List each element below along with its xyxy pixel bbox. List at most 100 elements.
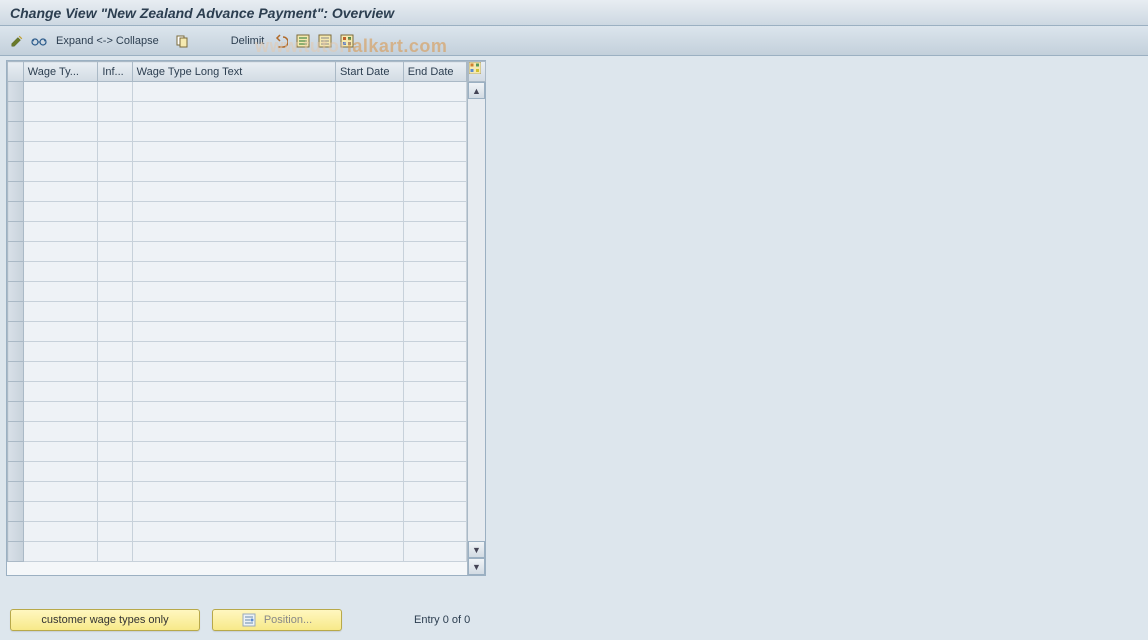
- row-selector-cell[interactable]: [8, 182, 24, 202]
- cell-end-date[interactable]: [403, 402, 466, 422]
- cell-start-date[interactable]: [335, 462, 403, 482]
- cell-wage-type[interactable]: [23, 202, 98, 222]
- cell-start-date[interactable]: [335, 442, 403, 462]
- cell-wage-type[interactable]: [23, 82, 98, 102]
- cell-end-date[interactable]: [403, 322, 466, 342]
- table-row[interactable]: [8, 102, 467, 122]
- table-row[interactable]: [8, 262, 467, 282]
- cell-start-date[interactable]: [335, 402, 403, 422]
- cell-end-date[interactable]: [403, 522, 466, 542]
- cell-start-date[interactable]: [335, 162, 403, 182]
- cell-wage-long[interactable]: [132, 162, 335, 182]
- row-selector-cell[interactable]: [8, 382, 24, 402]
- cell-wage-type[interactable]: [23, 122, 98, 142]
- cell-start-date[interactable]: [335, 82, 403, 102]
- table-row[interactable]: [8, 382, 467, 402]
- cell-wage-long[interactable]: [132, 542, 335, 562]
- cell-wage-long[interactable]: [132, 122, 335, 142]
- row-selector-cell[interactable]: [8, 302, 24, 322]
- row-selector-cell[interactable]: [8, 442, 24, 462]
- table-row[interactable]: [8, 322, 467, 342]
- cell-start-date[interactable]: [335, 302, 403, 322]
- cell-start-date[interactable]: [335, 322, 403, 342]
- pencil-icon[interactable]: [8, 32, 26, 50]
- expand-collapse-button[interactable]: Expand <-> Collapse: [52, 33, 163, 49]
- cell-wage-type[interactable]: [23, 382, 98, 402]
- cell-wage-type[interactable]: [23, 542, 98, 562]
- select-all-icon[interactable]: [294, 32, 312, 50]
- cell-wage-type[interactable]: [23, 302, 98, 322]
- cell-wage-type[interactable]: [23, 162, 98, 182]
- cell-inf[interactable]: [98, 402, 132, 422]
- cell-wage-type[interactable]: [23, 102, 98, 122]
- cell-end-date[interactable]: [403, 182, 466, 202]
- cell-wage-type[interactable]: [23, 482, 98, 502]
- cell-wage-long[interactable]: [132, 102, 335, 122]
- cell-wage-type[interactable]: [23, 462, 98, 482]
- cell-end-date[interactable]: [403, 502, 466, 522]
- cell-wage-type[interactable]: [23, 342, 98, 362]
- cell-end-date[interactable]: [403, 282, 466, 302]
- cell-wage-type[interactable]: [23, 502, 98, 522]
- cell-wage-long[interactable]: [132, 362, 335, 382]
- cell-inf[interactable]: [98, 422, 132, 442]
- cell-end-date[interactable]: [403, 342, 466, 362]
- cell-inf[interactable]: [98, 262, 132, 282]
- row-selector-cell[interactable]: [8, 422, 24, 442]
- cell-wage-long[interactable]: [132, 402, 335, 422]
- col-header-start-date[interactable]: Start Date: [335, 62, 403, 82]
- scroll-down2-icon[interactable]: ▼: [468, 558, 485, 575]
- col-header-inf[interactable]: Inf...: [98, 62, 132, 82]
- table-config-icon[interactable]: [468, 61, 486, 82]
- undo-icon[interactable]: [272, 32, 290, 50]
- cell-wage-type[interactable]: [23, 442, 98, 462]
- cell-start-date[interactable]: [335, 202, 403, 222]
- row-selector-cell[interactable]: [8, 222, 24, 242]
- table-row[interactable]: [8, 542, 467, 562]
- cell-wage-long[interactable]: [132, 202, 335, 222]
- cell-start-date[interactable]: [335, 422, 403, 442]
- copy-icon[interactable]: [173, 32, 191, 50]
- customer-wage-types-button[interactable]: customer wage types only: [10, 609, 200, 631]
- table-row[interactable]: [8, 162, 467, 182]
- cell-inf[interactable]: [98, 282, 132, 302]
- col-header-wage-long[interactable]: Wage Type Long Text: [132, 62, 335, 82]
- cell-end-date[interactable]: [403, 102, 466, 122]
- cell-end-date[interactable]: [403, 542, 466, 562]
- cell-inf[interactable]: [98, 322, 132, 342]
- cell-start-date[interactable]: [335, 542, 403, 562]
- table-row[interactable]: [8, 222, 467, 242]
- cell-wage-long[interactable]: [132, 502, 335, 522]
- col-header-wage-type[interactable]: Wage Ty...: [23, 62, 98, 82]
- cell-start-date[interactable]: [335, 222, 403, 242]
- cell-inf[interactable]: [98, 482, 132, 502]
- table-row[interactable]: [8, 282, 467, 302]
- cell-wage-type[interactable]: [23, 322, 98, 342]
- cell-inf[interactable]: [98, 342, 132, 362]
- cell-start-date[interactable]: [335, 142, 403, 162]
- table-row[interactable]: [8, 442, 467, 462]
- cell-wage-long[interactable]: [132, 282, 335, 302]
- position-button[interactable]: Position...: [212, 609, 342, 631]
- row-selector-cell[interactable]: [8, 102, 24, 122]
- table-row[interactable]: [8, 362, 467, 382]
- cell-inf[interactable]: [98, 222, 132, 242]
- scroll-track[interactable]: [468, 99, 485, 541]
- vertical-scrollbar[interactable]: ▲ ▼ ▼: [467, 61, 485, 575]
- cell-wage-type[interactable]: [23, 182, 98, 202]
- table-row[interactable]: [8, 182, 467, 202]
- cell-inf[interactable]: [98, 162, 132, 182]
- row-selector-cell[interactable]: [8, 502, 24, 522]
- cell-end-date[interactable]: [403, 382, 466, 402]
- table-row[interactable]: [8, 202, 467, 222]
- cell-wage-type[interactable]: [23, 282, 98, 302]
- row-selector-cell[interactable]: [8, 462, 24, 482]
- cell-wage-long[interactable]: [132, 462, 335, 482]
- row-selector-cell[interactable]: [8, 342, 24, 362]
- row-selector-cell[interactable]: [8, 262, 24, 282]
- table-row[interactable]: [8, 342, 467, 362]
- table-row[interactable]: [8, 462, 467, 482]
- cell-wage-type[interactable]: [23, 422, 98, 442]
- cell-inf[interactable]: [98, 462, 132, 482]
- cell-wage-long[interactable]: [132, 322, 335, 342]
